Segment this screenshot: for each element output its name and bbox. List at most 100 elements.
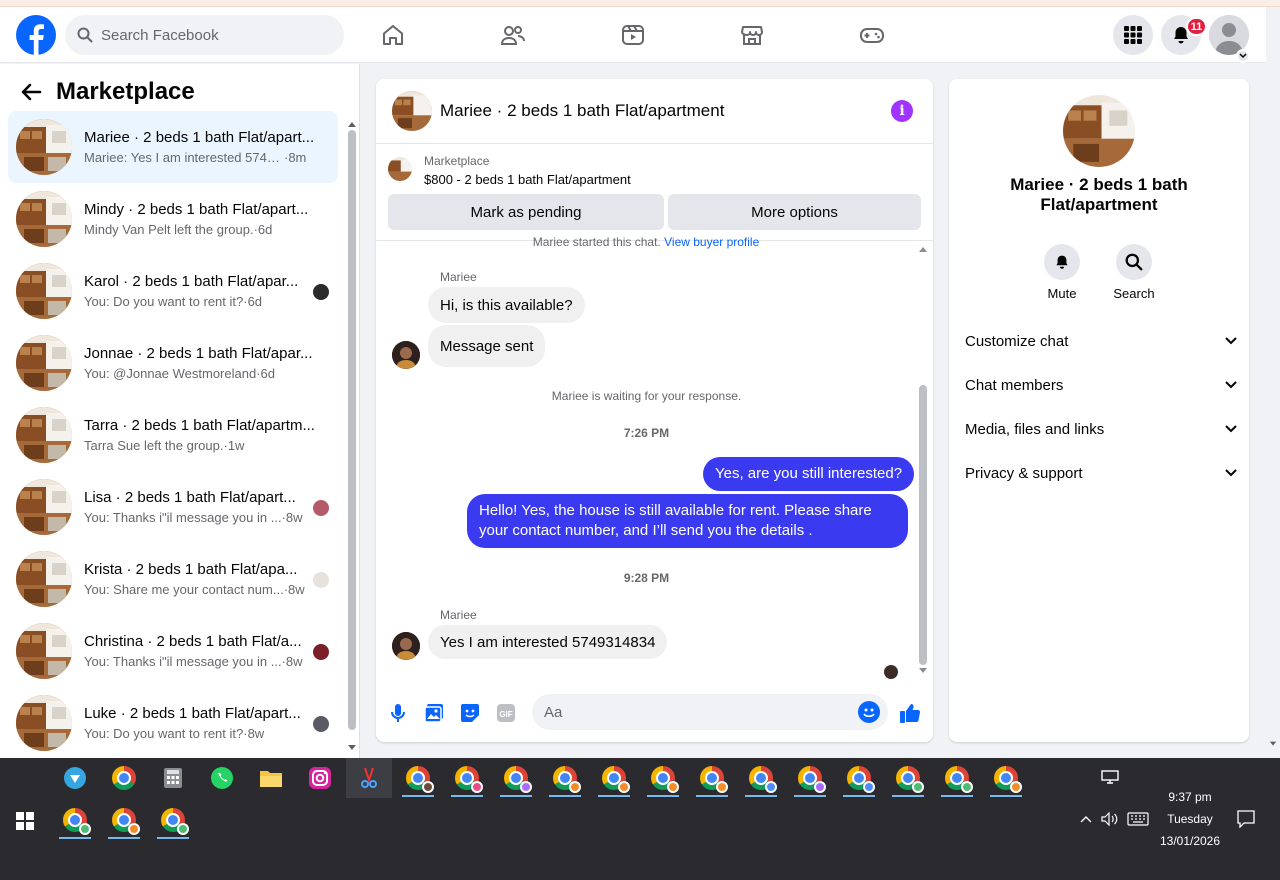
conversation-item[interactable]: Karol · 2 beds 1 bath Flat/apar... You: D… [8, 255, 338, 327]
conversation-item[interactable]: Christina · 2 beds 1 bath Flat/a... You: … [8, 615, 338, 687]
chrome-icon[interactable] [104, 759, 144, 797]
more-options-button[interactable]: More options [668, 194, 921, 230]
chrome-window-icon[interactable] [643, 759, 683, 797]
conversation-snippet: You: Share me your contact num... [84, 582, 284, 597]
participant-mini-avatar [313, 644, 329, 660]
notification-center-icon[interactable] [1226, 800, 1266, 838]
mute-action[interactable]: Mute [1032, 244, 1092, 301]
listing-thumbnail-large[interactable] [1063, 95, 1135, 167]
sender-name: Mariee [440, 608, 477, 622]
chrome-window-icon[interactable] [104, 801, 144, 839]
emoji-icon[interactable] [858, 701, 880, 723]
chat-panel: Mariee · 2 beds 1 bath Flat/apartment i … [376, 79, 933, 742]
sender-avatar[interactable] [392, 341, 420, 369]
incoming-message[interactable]: Yes I am interested 5749314834 [428, 625, 668, 659]
view-buyer-profile-link[interactable]: View buyer profile [664, 235, 759, 249]
listing-thumbnail [16, 623, 72, 679]
conversation-item[interactable]: Luke · 2 beds 1 bath Flat/apart... You: D… [8, 687, 338, 759]
microphone-icon[interactable] [386, 701, 410, 725]
search-input[interactable] [101, 26, 321, 44]
conversation-time: ·6d [243, 294, 263, 309]
sender-avatar[interactable] [392, 632, 420, 660]
clock-time[interactable]: 9:37 pm [1152, 790, 1228, 804]
chrome-window-icon[interactable] [790, 759, 830, 797]
customize-chat-row[interactable]: Customize chat [965, 321, 1237, 361]
media-files-links-row[interactable]: Media, files and links [965, 409, 1237, 449]
message-input[interactable] [544, 703, 834, 721]
chrome-window-icon[interactable] [839, 759, 879, 797]
thumbs-up-icon[interactable] [898, 701, 922, 725]
friends-icon[interactable] [497, 19, 529, 51]
conversation-snippet: You: @Jonnae Westmoreland [84, 366, 257, 381]
listing-thumbnail [16, 119, 72, 175]
message-input-field[interactable] [532, 694, 888, 730]
conversation-item[interactable]: Lisa · 2 beds 1 bath Flat/apart... You: T… [8, 471, 338, 543]
clock-day[interactable]: Tuesday [1152, 812, 1228, 826]
conversation-item[interactable]: Jonnae · 2 beds 1 bath Flat/apar... You: … [8, 327, 338, 399]
chrome-window-icon[interactable] [447, 759, 487, 797]
conversation-snippet-line: You: @Jonnae Westmoreland ·6d [84, 366, 318, 381]
file-explorer-icon[interactable] [251, 759, 291, 797]
instagram-icon[interactable] [300, 759, 340, 797]
watch-icon[interactable] [617, 19, 649, 51]
info-icon[interactable]: i [891, 100, 913, 122]
windows-start-icon[interactable] [16, 812, 34, 830]
chrome-window-icon[interactable] [741, 759, 781, 797]
privacy-support-row[interactable]: Privacy & support [965, 453, 1237, 493]
listing-thumbnail[interactable] [392, 91, 432, 131]
outgoing-message[interactable]: Yes, are you still interested? [703, 457, 915, 491]
search-action[interactable]: Search [1104, 244, 1164, 301]
chrome-window-icon[interactable] [496, 759, 536, 797]
conversation-item[interactable]: Tarra · 2 beds 1 bath Flat/apartm... Tarr… [8, 399, 338, 471]
chrome-window-icon[interactable] [153, 801, 193, 839]
timestamp: 9:28 PM [623, 571, 670, 585]
participant-mini-avatar [313, 716, 329, 732]
conversation-item[interactable]: Krista · 2 beds 1 bath Flat/apa... You: S… [8, 543, 338, 615]
photo-icon[interactable] [422, 701, 446, 725]
conversation-time: ·8w [243, 726, 265, 741]
listing-mini-thumbnail[interactable] [388, 157, 412, 181]
search-bar[interactable] [65, 15, 344, 55]
mark-as-pending-button[interactable]: Mark as pending [388, 194, 664, 230]
marketplace-icon[interactable] [736, 19, 768, 51]
listing-category: Marketplace [424, 154, 490, 168]
sticker-icon[interactable] [458, 701, 482, 725]
search-icon[interactable] [1116, 244, 1152, 280]
listing-name[interactable]: $800 - 2 beds 1 bath Flat/apartment [424, 172, 631, 187]
home-icon[interactable] [377, 19, 409, 51]
page-scrollbar[interactable] [1266, 7, 1280, 757]
incoming-message[interactable]: Hi, is this available? [428, 287, 585, 323]
chrome-window-icon[interactable] [986, 759, 1026, 797]
conversation-item[interactable]: Mariee · 2 beds 1 bath Flat/apart... Mari… [8, 111, 338, 183]
sidebar-title: Marketplace [56, 78, 195, 105]
chrome-window-icon[interactable] [398, 759, 438, 797]
chrome-window-icon[interactable] [692, 759, 732, 797]
chrome-window-icon[interactable] [545, 759, 585, 797]
facebook-logo-icon[interactable] [16, 15, 56, 55]
chrome-window-icon[interactable] [888, 759, 928, 797]
chevron-down-icon[interactable] [1236, 49, 1250, 63]
calculator-icon[interactable] [153, 759, 193, 797]
chevron-down-icon [1225, 381, 1237, 389]
chat-scrollbar[interactable] [917, 245, 929, 675]
conversation-time: ·8m [284, 150, 307, 165]
sidebar-scrollbar[interactable] [346, 116, 356, 756]
outgoing-message[interactable]: Hello! Yes, the house is still available… [467, 494, 908, 548]
gaming-icon[interactable] [856, 19, 888, 51]
chrome-window-icon[interactable] [594, 759, 634, 797]
chat-members-row[interactable]: Chat members [965, 365, 1237, 405]
bell-icon[interactable] [1044, 244, 1080, 280]
chrome-window-icon[interactable] [55, 801, 95, 839]
whatsapp-icon[interactable] [202, 759, 242, 797]
conversation-text: Krista · 2 beds 1 bath Flat/apa... You: S… [84, 561, 318, 597]
clock-date[interactable]: 13/01/2026 [1152, 834, 1228, 848]
conversation-item[interactable]: Mindy · 2 beds 1 bath Flat/apart... Mindy… [8, 183, 338, 255]
menu-grid-icon[interactable] [1113, 15, 1153, 55]
snipping-tool-icon[interactable] [346, 758, 392, 798]
app-blue-diamond-icon[interactable] [55, 759, 95, 797]
desktop-monitor-icon[interactable] [1090, 758, 1130, 796]
back-arrow-icon[interactable] [20, 81, 42, 103]
gif-icon[interactable]: GIF [494, 701, 518, 725]
incoming-message[interactable]: Message sent [428, 325, 546, 367]
chrome-window-icon[interactable] [937, 759, 977, 797]
